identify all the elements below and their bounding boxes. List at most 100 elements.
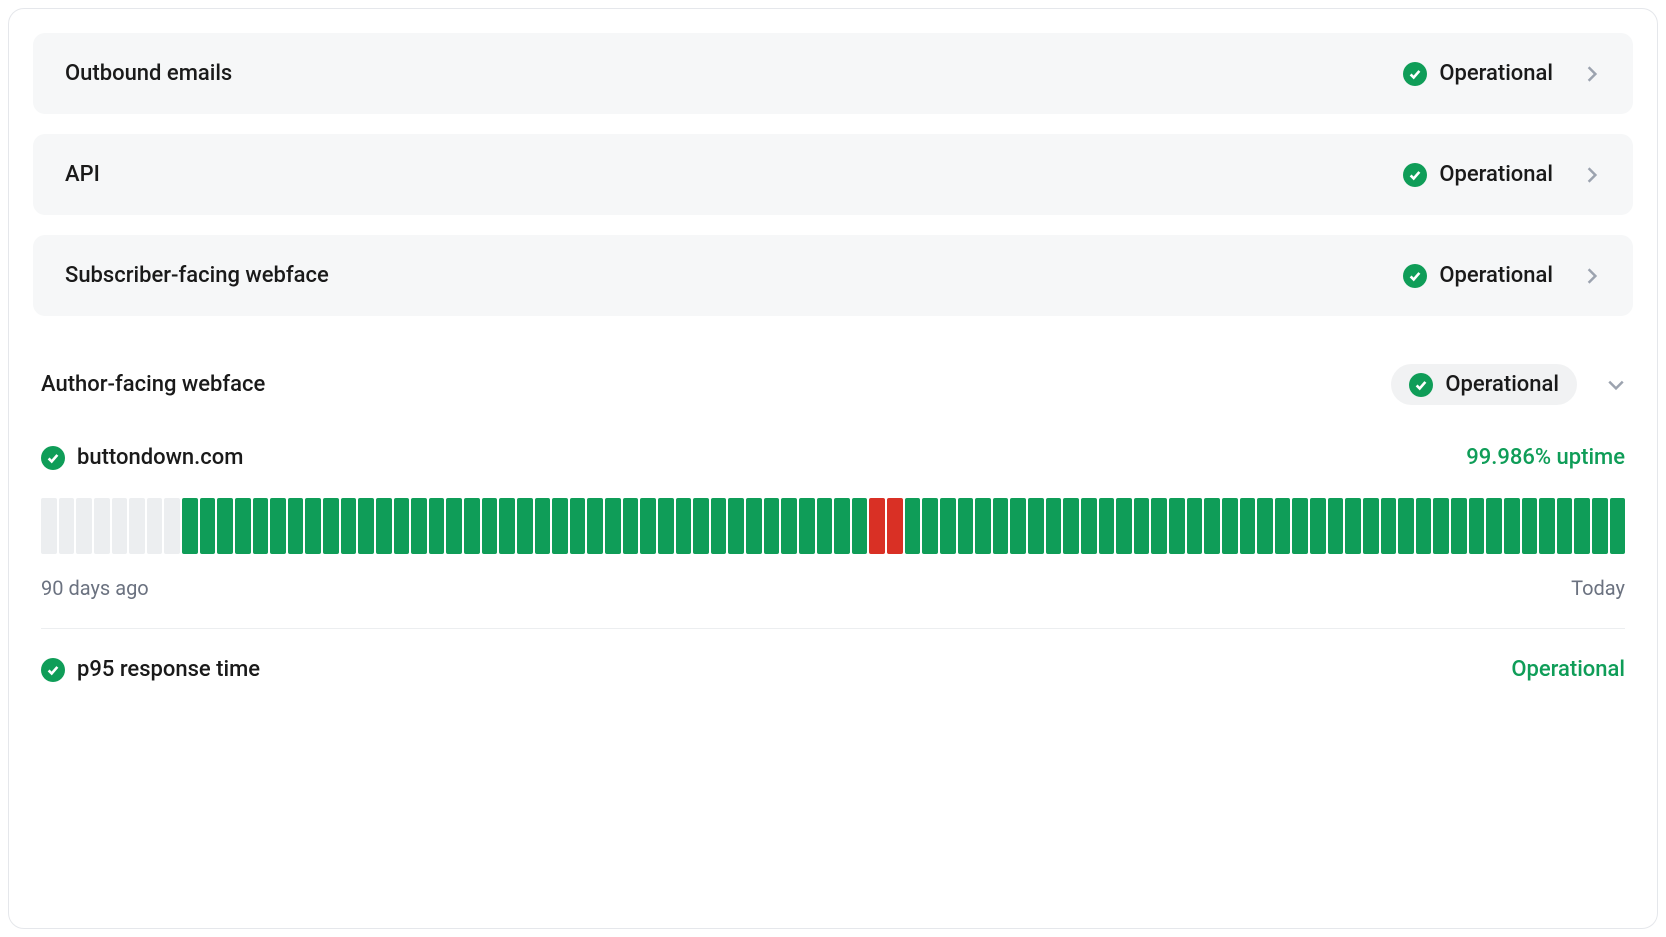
uptime-day-bar[interactable] [1046, 498, 1062, 554]
uptime-day-bar[interactable] [270, 498, 286, 554]
uptime-day-bar[interactable] [1222, 498, 1238, 554]
uptime-day-bar[interactable] [535, 498, 551, 554]
uptime-day-bar[interactable] [235, 498, 251, 554]
uptime-day-bar[interactable] [200, 498, 216, 554]
uptime-day-bar[interactable] [940, 498, 956, 554]
uptime-day-bar[interactable] [570, 498, 586, 554]
uptime-day-bar[interactable] [1169, 498, 1185, 554]
uptime-day-bar[interactable] [1539, 498, 1555, 554]
uptime-day-bar[interactable] [341, 498, 357, 554]
uptime-day-bar[interactable] [358, 498, 374, 554]
uptime-day-bar[interactable] [182, 498, 198, 554]
uptime-day-bar[interactable] [1063, 498, 1079, 554]
uptime-day-bar[interactable] [1557, 498, 1573, 554]
monitor-title-group: buttondown.com [41, 445, 243, 470]
uptime-day-bar[interactable] [781, 498, 797, 554]
uptime-day-bar[interactable] [1592, 498, 1608, 554]
uptime-day-bar[interactable] [1151, 498, 1167, 554]
chevron-right-icon [1583, 65, 1601, 83]
uptime-day-bar[interactable] [94, 498, 110, 554]
uptime-day-bar[interactable] [59, 498, 75, 554]
uptime-day-bar[interactable] [429, 498, 445, 554]
service-row-subscriber-webface[interactable]: Subscriber-facing webface Operational [33, 235, 1633, 316]
uptime-day-bar[interactable] [905, 498, 921, 554]
uptime-day-bar[interactable] [1292, 498, 1308, 554]
uptime-day-bar[interactable] [658, 498, 674, 554]
uptime-day-bar[interactable] [41, 498, 57, 554]
uptime-day-bar[interactable] [605, 498, 621, 554]
uptime-day-bar[interactable] [1433, 498, 1449, 554]
uptime-day-bar[interactable] [1610, 498, 1626, 554]
uptime-day-bar[interactable] [1469, 498, 1485, 554]
uptime-day-bar[interactable] [1099, 498, 1115, 554]
uptime-day-bar[interactable] [164, 498, 180, 554]
uptime-day-bar[interactable] [1310, 498, 1326, 554]
uptime-day-bar[interactable] [129, 498, 145, 554]
uptime-day-bar[interactable] [922, 498, 938, 554]
uptime-day-bar[interactable] [1257, 498, 1273, 554]
uptime-day-bar[interactable] [1134, 498, 1150, 554]
uptime-day-bar[interactable] [887, 498, 903, 554]
uptime-day-bar[interactable] [499, 498, 515, 554]
uptime-day-bar[interactable] [711, 498, 727, 554]
uptime-day-bar[interactable] [1204, 498, 1220, 554]
uptime-day-bar[interactable] [112, 498, 128, 554]
uptime-day-bar[interactable] [869, 498, 885, 554]
expanded-header[interactable]: Author-facing webface Operational [41, 346, 1625, 445]
service-row-api[interactable]: API Operational [33, 134, 1633, 215]
uptime-day-bar[interactable] [253, 498, 269, 554]
uptime-day-bar[interactable] [217, 498, 233, 554]
uptime-day-bar[interactable] [305, 498, 321, 554]
uptime-day-bar[interactable] [1574, 498, 1590, 554]
service-row-outbound-emails[interactable]: Outbound emails Operational [33, 33, 1633, 114]
uptime-day-bar[interactable] [482, 498, 498, 554]
uptime-day-bar[interactable] [693, 498, 709, 554]
uptime-day-bar[interactable] [834, 498, 850, 554]
uptime-day-bar[interactable] [975, 498, 991, 554]
uptime-day-bar[interactable] [394, 498, 410, 554]
uptime-day-bar[interactable] [587, 498, 603, 554]
uptime-day-bar[interactable] [799, 498, 815, 554]
uptime-day-bar[interactable] [1504, 498, 1520, 554]
uptime-day-bar[interactable] [1275, 498, 1291, 554]
uptime-day-bar[interactable] [1451, 498, 1467, 554]
uptime-day-bar[interactable] [993, 498, 1009, 554]
service-name: Outbound emails [65, 61, 232, 86]
uptime-day-bar[interactable] [446, 498, 462, 554]
uptime-day-bar[interactable] [517, 498, 533, 554]
status-badge-pill: Operational [1391, 364, 1577, 405]
uptime-day-bar[interactable] [1486, 498, 1502, 554]
uptime-day-bar[interactable] [1187, 498, 1203, 554]
uptime-day-bar[interactable] [1381, 498, 1397, 554]
uptime-day-bar[interactable] [411, 498, 427, 554]
uptime-day-bar[interactable] [746, 498, 762, 554]
uptime-day-bar[interactable] [623, 498, 639, 554]
uptime-day-bar[interactable] [958, 498, 974, 554]
uptime-day-bar[interactable] [1081, 498, 1097, 554]
uptime-day-bar[interactable] [852, 498, 868, 554]
uptime-day-bar[interactable] [1398, 498, 1414, 554]
uptime-day-bar[interactable] [1010, 498, 1026, 554]
uptime-day-bar[interactable] [376, 498, 392, 554]
uptime-day-bar[interactable] [1522, 498, 1538, 554]
uptime-day-bar[interactable] [764, 498, 780, 554]
uptime-day-bar[interactable] [76, 498, 92, 554]
uptime-day-bar[interactable] [464, 498, 480, 554]
uptime-day-bar[interactable] [147, 498, 163, 554]
uptime-day-bar[interactable] [676, 498, 692, 554]
uptime-day-bar[interactable] [1363, 498, 1379, 554]
uptime-day-bar[interactable] [1328, 498, 1344, 554]
uptime-day-bar[interactable] [640, 498, 656, 554]
uptime-day-bar[interactable] [1028, 498, 1044, 554]
uptime-day-bar[interactable] [1240, 498, 1256, 554]
uptime-day-bar[interactable] [817, 498, 833, 554]
uptime-day-bar[interactable] [1116, 498, 1132, 554]
uptime-day-bar[interactable] [288, 498, 304, 554]
uptime-day-bar[interactable] [1345, 498, 1361, 554]
uptime-day-bar[interactable] [323, 498, 339, 554]
uptime-day-bar[interactable] [1416, 498, 1432, 554]
range-start: 90 days ago [41, 576, 149, 600]
status-badge: Operational [1403, 263, 1553, 288]
uptime-day-bar[interactable] [552, 498, 568, 554]
uptime-day-bar[interactable] [728, 498, 744, 554]
